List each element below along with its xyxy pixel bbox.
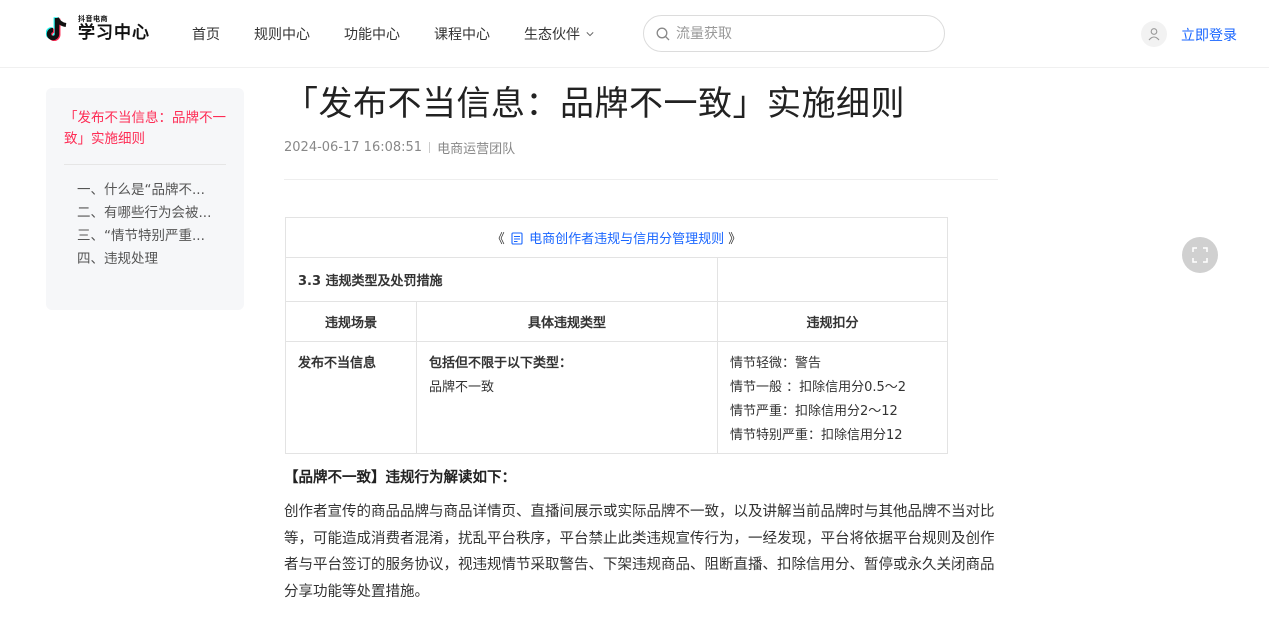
rules-table: 《 电商创作者违规与信用分管理规则 》 3.3 违规类型及处罚措施 违规场景 具… <box>285 217 948 454</box>
toc-divider <box>64 164 226 165</box>
toc-title[interactable]: 「发布不当信息：品牌不一致」实施细则 <box>64 108 226 150</box>
logo-title: 学习中心 <box>78 23 150 43</box>
penalty-line: 情节一般 ：扣除信用分0.5～2 <box>730 380 907 395</box>
table-row: 《 电商创作者违规与信用分管理规则 》 <box>285 217 948 258</box>
publish-date: 2024-06-17 16:08:51 <box>284 140 423 155</box>
search-input[interactable] <box>676 25 916 42</box>
table-row: 发布不当信息 包括但不限于以下类型： 品牌不一致 情节轻微：警告 情节一般 ：扣… <box>285 341 948 454</box>
table-of-contents: 「发布不当信息：品牌不一致」实施细则 一、什么是“品牌不... 二、有哪些行为会… <box>46 88 244 310</box>
toc-item[interactable]: 四、违规处理 <box>64 248 226 271</box>
penalty-line: 情节特别严重：扣除信用分12 <box>730 428 903 443</box>
scene-cell: 发布不当信息 <box>285 341 417 454</box>
penalty-line: 情节严重：扣除信用分2～12 <box>730 404 898 419</box>
body-paragraph: 创作者宣传的商品品牌与商品详情页、直播间展示或实际品牌不一致，以及讲解当前品牌时… <box>284 504 995 600</box>
fullscreen-button[interactable] <box>1182 237 1218 273</box>
nav-item-rules[interactable]: 规则中心 <box>254 24 310 44</box>
logo-subtitle: 抖音电商 <box>78 15 108 23</box>
chevron-down-icon <box>586 32 594 37</box>
section-subheading: 【品牌不一致】违规行为解读如下： <box>284 470 516 486</box>
toc-item[interactable]: 三、“情节特别严重... <box>64 225 226 248</box>
column-header: 具体违规类型 <box>416 301 718 342</box>
logo[interactable]: 抖音电商 学习中心 <box>45 14 150 44</box>
empty-cell <box>717 257 948 302</box>
table-row: 3.3 违规类型及处罚措施 <box>285 257 948 302</box>
top-header: 抖音电商 学习中心 首页 规则中心 功能中心 课程中心 生态伙伴 立即登录 <box>0 0 1269 68</box>
fullscreen-icon <box>1192 247 1208 263</box>
rule-link-cell: 《 电商创作者违规与信用分管理规则 》 <box>285 217 948 258</box>
toc-item[interactable]: 一、什么是“品牌不... <box>64 179 226 202</box>
link-bracket-close: 》 <box>728 232 742 247</box>
logo-text: 抖音电商 学习中心 <box>78 16 150 42</box>
penalty-line: 情节轻微：警告 <box>730 356 822 371</box>
douyin-logo-icon <box>45 14 72 44</box>
title-divider <box>284 179 998 180</box>
nav-item-partners[interactable]: 生态伙伴 <box>524 24 594 44</box>
login-link[interactable]: 立即登录 <box>1181 25 1237 45</box>
user-icon <box>1148 28 1160 41</box>
penalty-cell: 情节轻微：警告 情节一般 ：扣除信用分0.5～2 情节严重：扣除信用分2～12 … <box>717 341 948 454</box>
main-nav: 首页 规则中心 功能中心 课程中心 生态伙伴 <box>192 24 628 44</box>
meta-divider <box>429 142 431 153</box>
violation-type-item: 品牌不一致 <box>429 380 495 395</box>
column-header: 违规扣分 <box>717 301 948 342</box>
document-icon <box>511 232 523 245</box>
toc-item[interactable]: 二、有哪些行为会被... <box>64 202 226 225</box>
section-title-cell: 3.3 违规类型及处罚措施 <box>285 257 718 302</box>
nav-item-features[interactable]: 功能中心 <box>344 24 400 44</box>
nav-item-courses[interactable]: 课程中心 <box>434 24 490 44</box>
link-bracket-open: 《 <box>491 232 505 247</box>
search-icon <box>656 27 670 40</box>
table-header-row: 违规场景 具体违规类型 违规扣分 <box>285 301 948 342</box>
article-meta: 2024-06-17 16:08:51 电商运营团队 <box>284 138 515 157</box>
nav-item-partners-label: 生态伙伴 <box>524 27 580 43</box>
author: 电商运营团队 <box>437 142 516 157</box>
violation-type-cell: 包括但不限于以下类型： 品牌不一致 <box>416 341 718 454</box>
search-box[interactable] <box>643 15 945 52</box>
rule-document-link[interactable]: 电商创作者违规与信用分管理规则 <box>509 232 728 247</box>
nav-item-home[interactable]: 首页 <box>192 24 220 44</box>
avatar[interactable] <box>1141 21 1167 47</box>
violation-type-title: 包括但不限于以下类型： <box>429 356 573 371</box>
rule-document-link-label: 电商创作者违规与信用分管理规则 <box>529 232 725 247</box>
page-title: 「发布不当信息：品牌不一致」实施细则 <box>284 84 905 124</box>
column-header: 违规场景 <box>285 301 417 342</box>
